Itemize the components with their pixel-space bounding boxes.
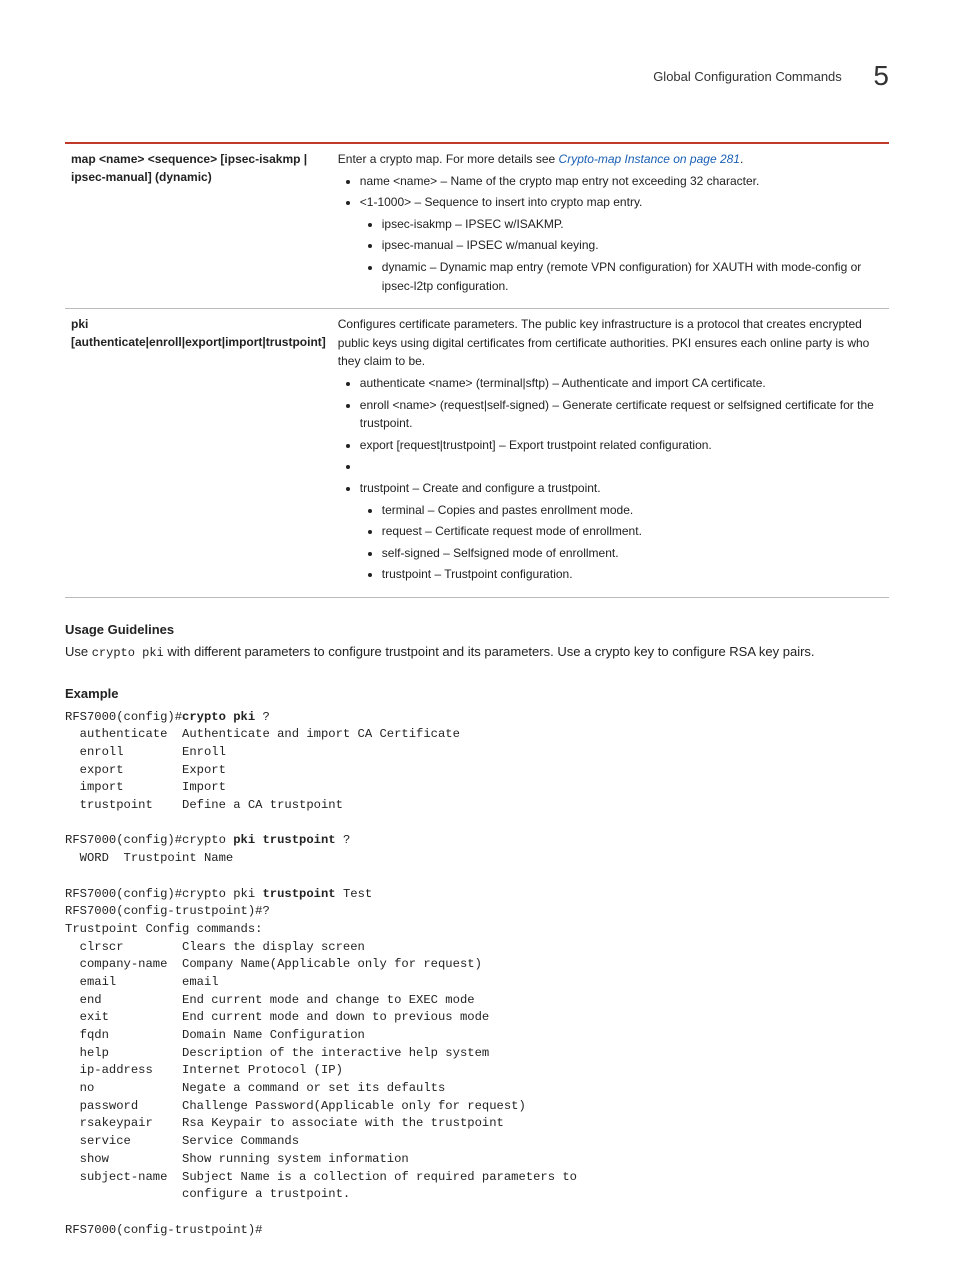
bullet-list-nested: ipsec-isakmp – IPSEC w/ISAKMP. ipsec-man… — [360, 215, 883, 295]
list-item: enroll <name> (request|self-signed) – Ge… — [360, 396, 883, 433]
list-item-text: <1-1000> – Sequence to insert into crypt… — [360, 195, 643, 209]
list-item: terminal – Copies and pastes enrollment … — [382, 501, 883, 520]
code-line: password Challenge Password(Applicable o… — [65, 1099, 526, 1113]
code-line: help Description of the interactive help… — [65, 1046, 489, 1060]
cross-ref-link[interactable]: Crypto-map Instance on page 281 — [559, 152, 740, 166]
code-line: RFS7000(config)#crypto pki trustpoint ? — [65, 833, 350, 847]
code-line: authenticate Authenticate and import CA … — [65, 727, 460, 741]
usage-text: Use crypto pki with different parameters… — [65, 643, 889, 662]
code-line: RFS7000(config-trustpoint)#? — [65, 904, 270, 918]
code-line: export Export — [65, 763, 226, 777]
code-line: end End current mode and change to EXEC … — [65, 993, 475, 1007]
code-line: RFS7000(config)#crypto pki ? — [65, 710, 270, 724]
code-line: fqdn Domain Name Configuration — [65, 1028, 365, 1042]
code-line: trustpoint Define a CA trustpoint — [65, 798, 343, 812]
cmd-description: Configures certificate parameters. The p… — [332, 309, 889, 598]
code-line: no Negate a command or set its defaults — [65, 1081, 445, 1095]
code-line: service Service Commands — [65, 1134, 299, 1148]
text: Use — [65, 644, 92, 659]
code-line: email email — [65, 975, 219, 989]
cmd-description: Enter a crypto map. For more details see… — [332, 143, 889, 309]
usage-heading: Usage Guidelines — [65, 622, 889, 637]
desc-text: Configures certificate parameters. The p… — [338, 317, 870, 368]
list-item: dynamic – Dynamic map entry (remote VPN … — [382, 258, 883, 295]
command-table: map <name> <sequence> [ipsec-isakmp | ip… — [65, 142, 889, 598]
example-heading: Example — [65, 686, 889, 701]
page-header: Global Configuration Commands 5 — [65, 60, 889, 92]
chapter-number: 5 — [873, 60, 889, 91]
list-item: authenticate <name> (terminal|sftp) – Au… — [360, 374, 883, 393]
list-item: name <name> – Name of the crypto map ent… — [360, 172, 883, 191]
list-item: trustpoint – Trustpoint configuration. — [382, 565, 883, 584]
code-line: import Import — [65, 780, 226, 794]
code-line: show Show running system information — [65, 1152, 409, 1166]
bullet-list-nested: terminal – Copies and pastes enrollment … — [360, 501, 883, 584]
code-line: enroll Enroll — [65, 745, 226, 759]
code-line: WORD Trustpoint Name — [65, 851, 233, 865]
code-line: configure a trustpoint. — [65, 1187, 350, 1201]
code-line: RFS7000(config)#crypto pki trustpoint Te… — [65, 887, 372, 901]
list-item: self-signed – Selfsigned mode of enrollm… — [382, 544, 883, 563]
page: Global Configuration Commands 5 map <nam… — [0, 0, 954, 1287]
list-item: <1-1000> – Sequence to insert into crypt… — [360, 193, 883, 295]
cmd-syntax: map <name> <sequence> [ipsec-isakmp | ip… — [65, 143, 332, 309]
table-row: map <name> <sequence> [ipsec-isakmp | ip… — [65, 143, 889, 309]
list-item: request – Certificate request mode of en… — [382, 522, 883, 541]
text: with different parameters to configure t… — [164, 644, 815, 659]
list-item-text: trustpoint – Create and configure a trus… — [360, 481, 601, 495]
list-item: ipsec-manual – IPSEC w/manual keying. — [382, 236, 883, 255]
code-block: RFS7000(config)#crypto pki ? authenticat… — [65, 709, 889, 1240]
code-line: exit End current mode and down to previo… — [65, 1010, 489, 1024]
code-line: Trustpoint Config commands: — [65, 922, 262, 936]
header-title: Global Configuration Commands — [653, 69, 842, 84]
desc-text: . — [740, 152, 743, 166]
list-item — [360, 457, 883, 476]
bullet-list: authenticate <name> (terminal|sftp) – Au… — [338, 374, 883, 584]
code-line: subject-name Subject Name is a collectio… — [65, 1170, 577, 1184]
table-row: pki [authenticate|enroll|export|import|t… — [65, 309, 889, 598]
desc-text: Enter a crypto map. For more details see — [338, 152, 559, 166]
list-item: trustpoint – Create and configure a trus… — [360, 479, 883, 584]
inline-code: crypto pki — [92, 646, 164, 660]
bullet-list: name <name> – Name of the crypto map ent… — [338, 172, 883, 296]
code-line: ip-address Internet Protocol (IP) — [65, 1063, 343, 1077]
code-line: rsakeypair Rsa Keypair to associate with… — [65, 1116, 504, 1130]
cmd-syntax: pki [authenticate|enroll|export|import|t… — [65, 309, 332, 598]
list-item: ipsec-isakmp – IPSEC w/ISAKMP. — [382, 215, 883, 234]
list-item: export [request|trustpoint] – Export tru… — [360, 436, 883, 455]
code-line: company-name Company Name(Applicable onl… — [65, 957, 482, 971]
code-line: clrscr Clears the display screen — [65, 940, 365, 954]
